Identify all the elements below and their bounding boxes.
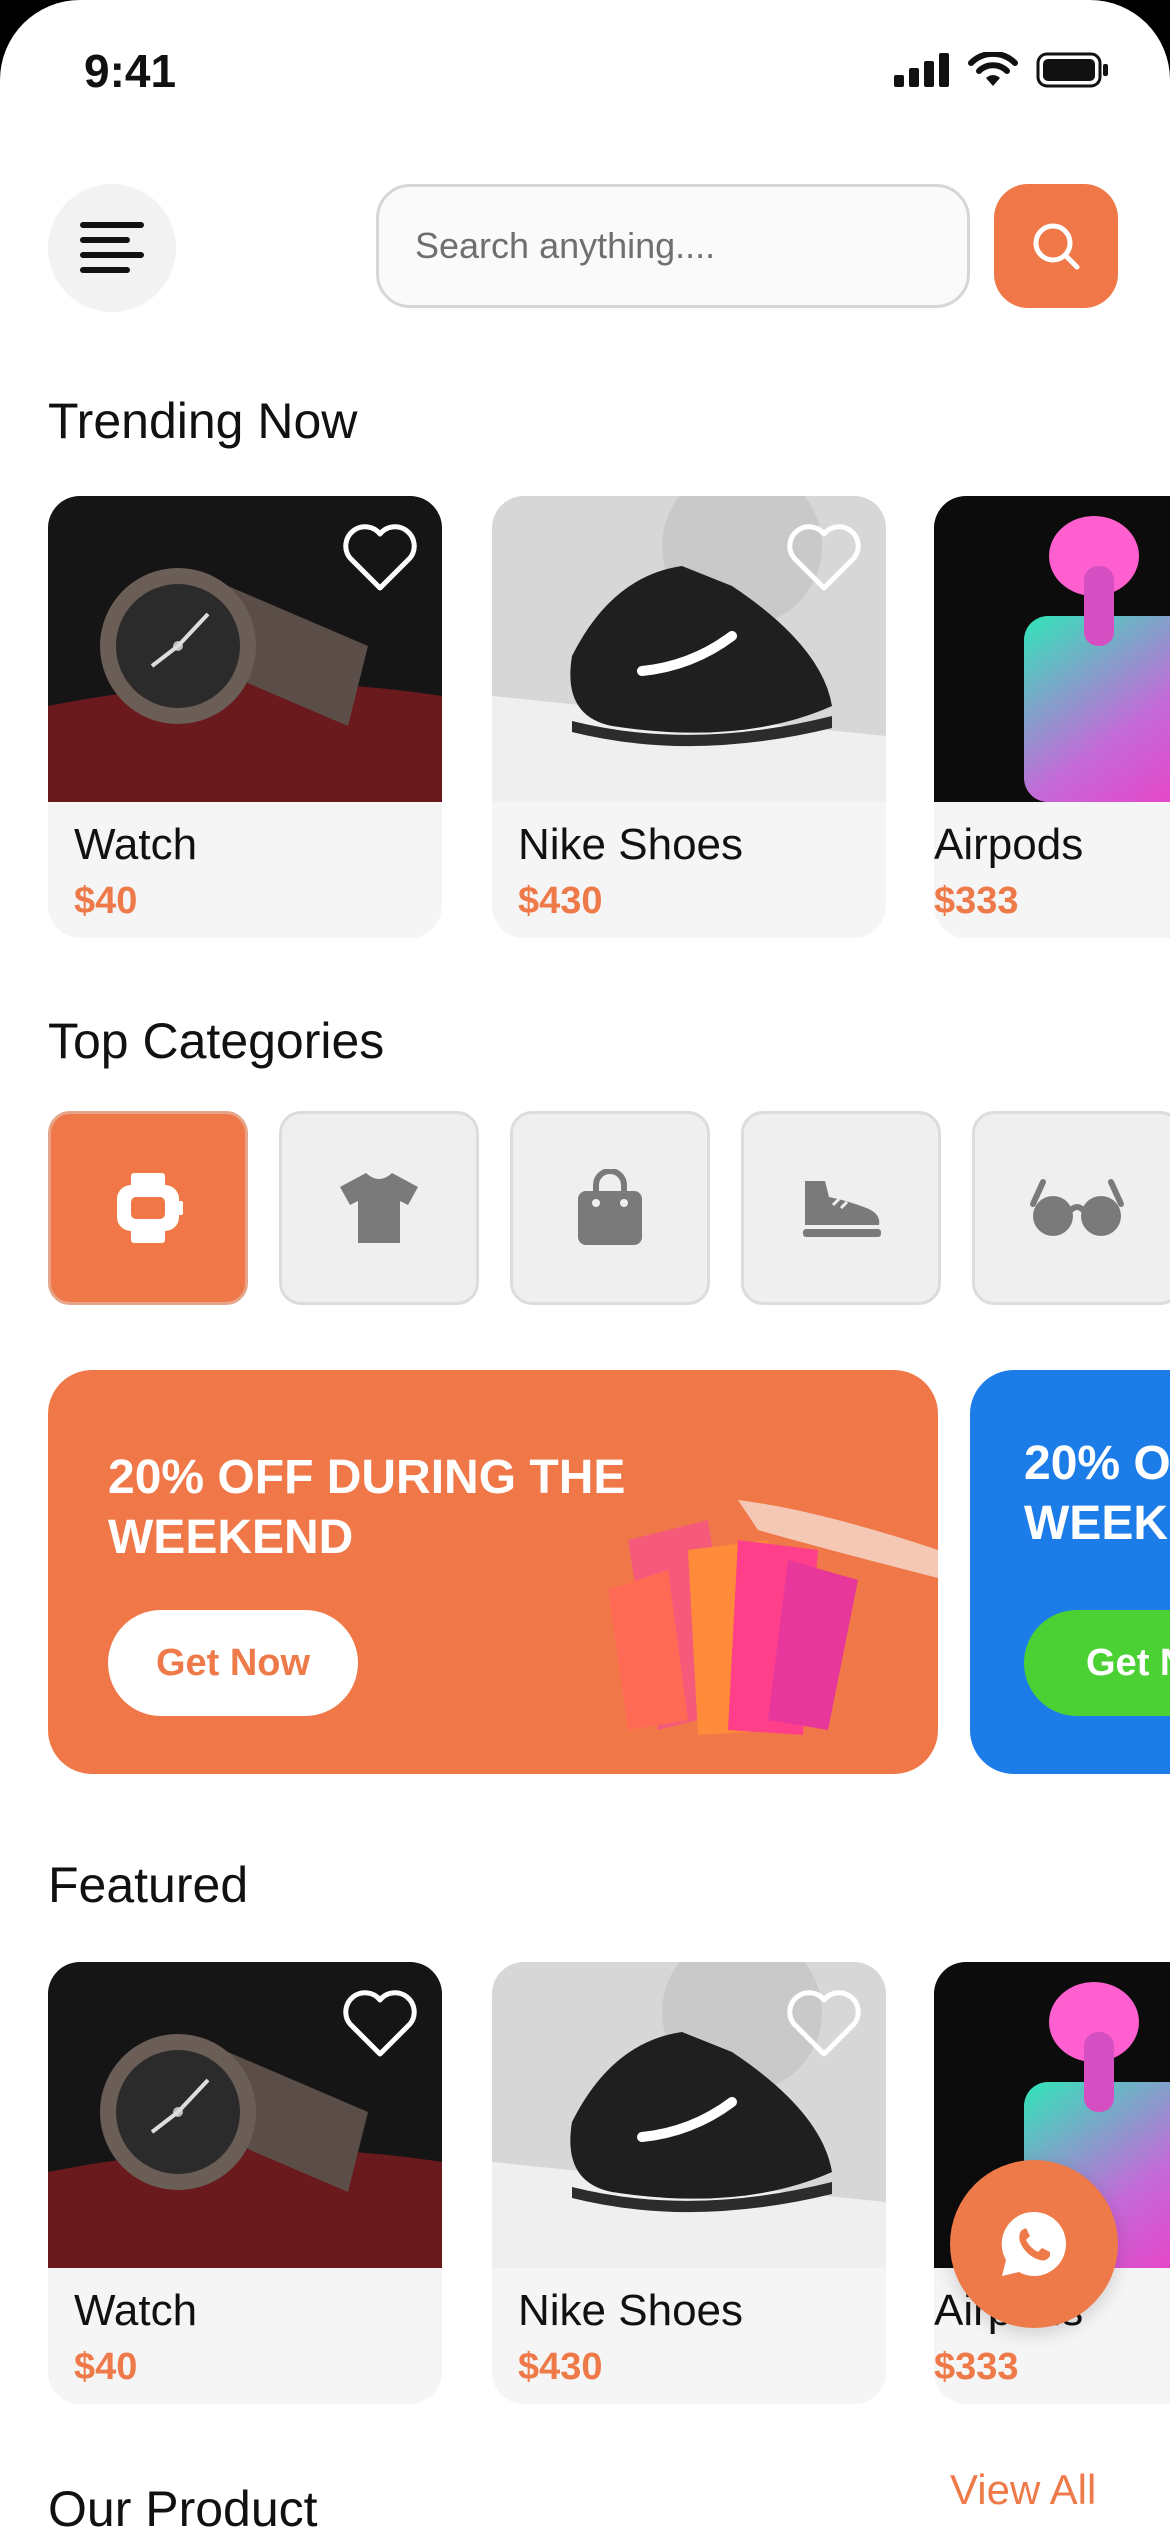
product-price: $333 bbox=[934, 2346, 1019, 2388]
sneaker-icon bbox=[803, 1181, 881, 1237]
product-name: Nike Shoes bbox=[518, 2286, 744, 2335]
section-title-categories: Top Categories bbox=[48, 1013, 385, 1069]
product-card[interactable]: Watch $40 bbox=[48, 496, 442, 938]
hamburger-icon bbox=[80, 222, 144, 273]
category-clothing[interactable] bbox=[279, 1111, 479, 1305]
shopping-bags-image bbox=[608, 1500, 938, 1735]
search-field[interactable] bbox=[376, 184, 970, 308]
product-card[interactable]: Nike Shoes $430 bbox=[492, 496, 886, 938]
promo-banner[interactable]: 20% OFF DURING THE WEEKEND Get Now bbox=[48, 1370, 938, 1774]
view-all-link[interactable]: View All bbox=[950, 2466, 1096, 2514]
heart-icon[interactable] bbox=[784, 522, 864, 594]
status-icons bbox=[894, 52, 1110, 88]
tshirt-icon bbox=[340, 1173, 418, 1243]
status-time: 9:41 bbox=[84, 45, 177, 97]
heart-icon[interactable] bbox=[784, 1988, 864, 2060]
product-card[interactable]: Watch $40 bbox=[48, 1962, 442, 2404]
wifi-icon bbox=[968, 52, 1018, 86]
product-price: $333 bbox=[934, 880, 1019, 922]
product-card[interactable]: Nike Shoes $430 bbox=[492, 1962, 886, 2404]
product-card[interactable]: Airpods $333 bbox=[934, 496, 1170, 938]
signal-icon bbox=[894, 53, 949, 87]
product-price: $40 bbox=[74, 2346, 138, 2388]
product-name: Nike Shoes bbox=[518, 820, 744, 869]
section-title-our-product: Our Product bbox=[48, 2481, 318, 2532]
airpods-image bbox=[934, 496, 1170, 802]
search-icon bbox=[1033, 223, 1080, 270]
shopping-bag-icon bbox=[578, 1169, 642, 1245]
get-now-button[interactable]: Get Now bbox=[108, 1610, 358, 1716]
heart-icon[interactable] bbox=[340, 522, 420, 594]
category-watch[interactable] bbox=[48, 1111, 248, 1305]
section-title-featured: Featured bbox=[48, 1857, 249, 1913]
product-price: $430 bbox=[518, 880, 603, 922]
product-name: Watch bbox=[74, 820, 198, 869]
battery-icon bbox=[1036, 52, 1108, 88]
menu-button[interactable] bbox=[48, 184, 176, 312]
chat-button[interactable] bbox=[950, 2160, 1118, 2328]
sunglasses-icon bbox=[1030, 1179, 1124, 1236]
section-title-trending: Trending Now bbox=[48, 393, 358, 449]
product-name: Watch bbox=[74, 2286, 198, 2335]
promo-banner-secondary[interactable]: 20% OFF DURING THE WEEKEND Get Now bbox=[970, 1370, 1170, 1774]
product-price: $40 bbox=[74, 880, 138, 922]
promo-headline: 20% OFF DURING THE WEEKEND bbox=[1024, 1437, 1170, 1550]
product-name: Airpods bbox=[934, 820, 1084, 869]
category-shoes[interactable] bbox=[741, 1111, 941, 1305]
get-now-button[interactable]: Get Now bbox=[1024, 1610, 1170, 1716]
whatsapp-icon bbox=[1001, 2211, 1066, 2276]
category-eyewear[interactable] bbox=[972, 1111, 1170, 1305]
heart-icon[interactable] bbox=[340, 1988, 420, 2060]
smartwatch-icon bbox=[117, 1173, 183, 1243]
product-price: $430 bbox=[518, 2346, 603, 2388]
search-input[interactable] bbox=[415, 225, 967, 267]
search-button[interactable] bbox=[994, 184, 1118, 308]
category-bags[interactable] bbox=[510, 1111, 710, 1305]
app-screen: 9:41 Search anything.... Trending Now Wa… bbox=[0, 0, 1170, 2532]
